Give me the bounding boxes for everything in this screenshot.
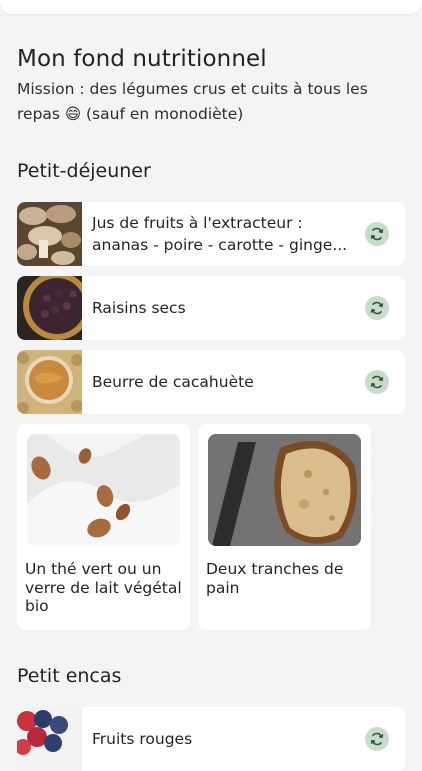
berries-photo (17, 707, 82, 771)
food-row-label: Fruits rouges (92, 730, 193, 748)
raisins-photo (17, 276, 82, 340)
food-row[interactable]: Raisins secs (17, 276, 405, 340)
section-title-breakfast: Petit-déjeuner (17, 160, 151, 182)
refresh-button[interactable] (365, 296, 389, 320)
food-card-label: Deux tranches de pain (206, 560, 344, 597)
food-row-label: Jus de fruits à l'extracteur : ananas - … (92, 214, 348, 254)
food-row[interactable]: Jus de fruits à l'extracteur : ananas - … (17, 202, 405, 266)
page-title: Mon fond nutritionnel (17, 46, 267, 72)
refresh-button[interactable] (365, 727, 389, 751)
food-row[interactable]: Beurre de cacahuète (17, 350, 405, 414)
peanut-butter-photo (17, 350, 82, 414)
mission-text: Mission : des légumes crus et cuits à to… (17, 80, 368, 123)
refresh-icon (370, 301, 384, 315)
food-row-label: Beurre de cacahuète (92, 373, 254, 391)
refresh-button[interactable] (365, 222, 389, 246)
food-card-label: Un thé vert ou un verre de lait végétal … (25, 560, 182, 615)
food-card[interactable]: Un thé vert ou un verre de lait végétal … (17, 424, 190, 630)
refresh-icon (370, 375, 384, 389)
food-card[interactable]: Deux tranches de pain (198, 424, 371, 630)
refresh-icon (370, 732, 384, 746)
food-row-label: Raisins secs (92, 299, 186, 317)
food-row[interactable]: Fruits rouges (17, 707, 405, 771)
section-title-snack: Petit encas (17, 665, 122, 687)
almond-milk-photo (27, 434, 180, 546)
refresh-icon (370, 227, 384, 241)
mushrooms-photo (17, 202, 82, 266)
refresh-button[interactable] (365, 370, 389, 394)
bread-photo (208, 434, 361, 546)
top-bar (0, 0, 422, 14)
